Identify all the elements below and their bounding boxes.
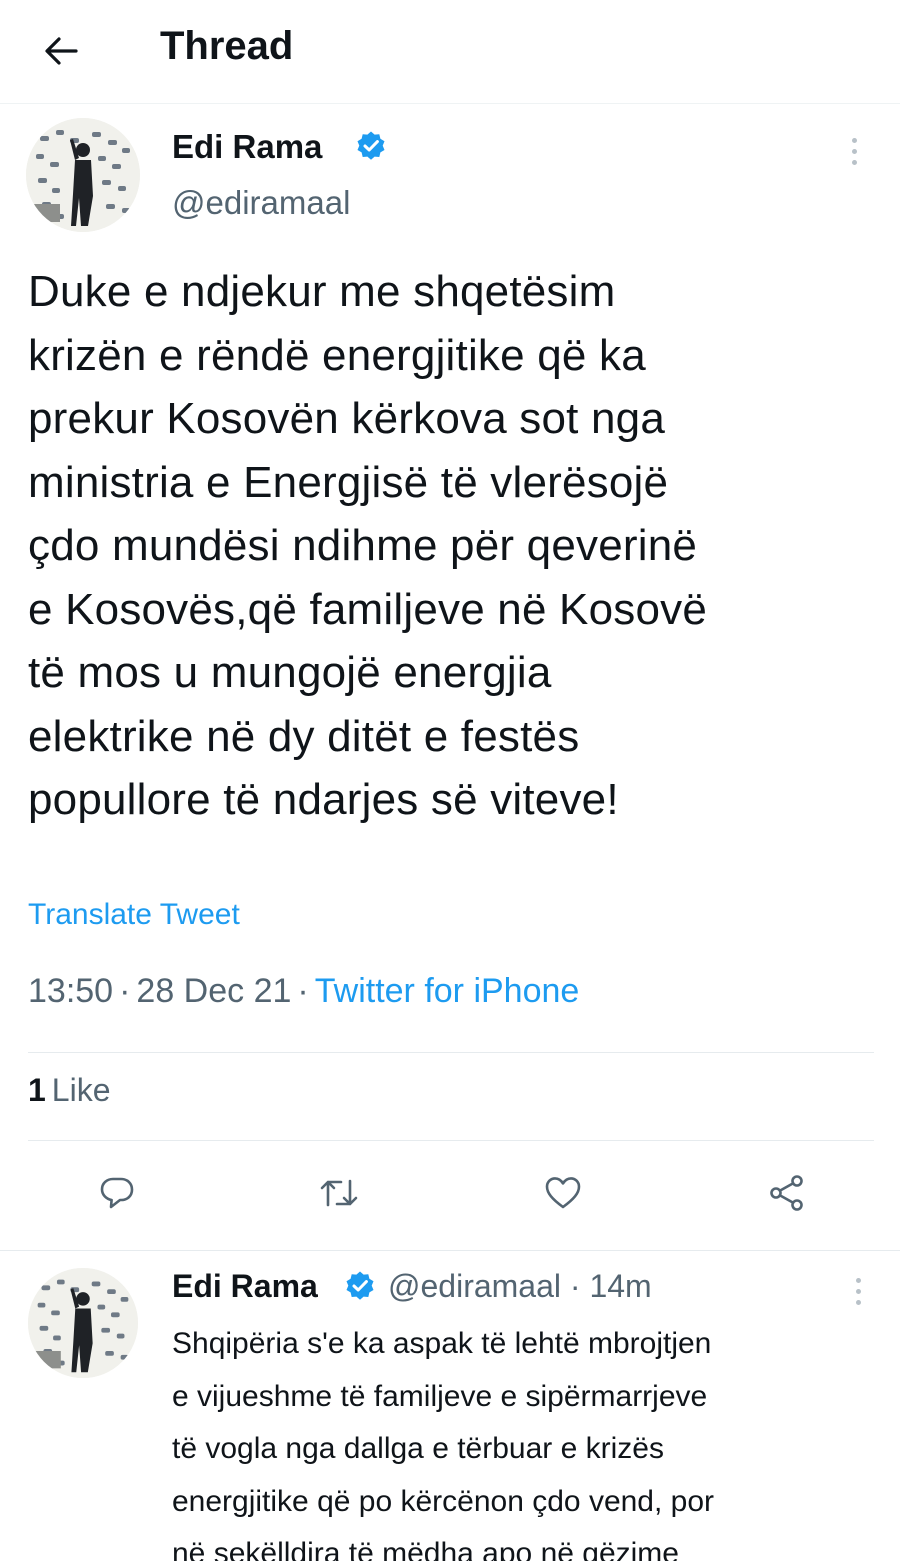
arrow-left-icon (45, 37, 78, 65)
page-title: Thread (160, 24, 294, 68)
tweet-time[interactable]: 13:50 (28, 972, 113, 1010)
reply-button[interactable] (92, 1168, 142, 1218)
tweet-text: Duke e ndjekur me shqetësim krizën e rën… (28, 267, 708, 824)
more-options-icon[interactable] (848, 138, 860, 165)
avatar[interactable] (28, 1268, 138, 1378)
author-name[interactable]: Edi Rama (172, 128, 322, 166)
meta-separator: · (297, 972, 309, 1010)
back-button[interactable] (38, 28, 84, 74)
author-handle[interactable]: @ediramaal (172, 184, 350, 222)
likes-count[interactable]: 1 Like (28, 1072, 111, 1109)
share-button[interactable] (762, 1168, 812, 1218)
tweet-date[interactable]: 28 Dec 21 (136, 972, 291, 1010)
like-button[interactable] (538, 1168, 588, 1218)
more-options-icon[interactable] (852, 1278, 864, 1305)
tweet-source-link[interactable]: Twitter for iPhone (315, 972, 580, 1010)
like-icon (545, 1177, 581, 1209)
tweet-meta: 13:50 · 28 Dec 21 · Twitter for iPhone (28, 972, 579, 1011)
avatar[interactable] (26, 118, 140, 232)
meta-separator: · (119, 972, 131, 1010)
likes-label: Like (51, 1072, 111, 1108)
reply-icon (100, 1177, 134, 1209)
divider (28, 1140, 874, 1141)
reply-author-name[interactable]: Edi Rama (172, 1268, 318, 1305)
share-icon (770, 1175, 803, 1211)
translate-tweet-link[interactable]: Translate Tweet (28, 898, 240, 932)
retweet-icon (320, 1179, 358, 1207)
verified-badge-icon (346, 1271, 374, 1300)
likes-number: 1 (28, 1072, 46, 1108)
verified-badge-icon (357, 131, 385, 160)
reply-tweet-text: Shqipëria s'e ka aspak të lehtë mbrojtje… (172, 1327, 715, 1561)
divider (0, 1250, 900, 1251)
retweet-button[interactable] (314, 1168, 364, 1218)
divider (28, 1052, 874, 1053)
thread-header: Thread (0, 0, 900, 104)
reply-handle-and-time[interactable]: @ediramaal · 14m (388, 1268, 652, 1305)
